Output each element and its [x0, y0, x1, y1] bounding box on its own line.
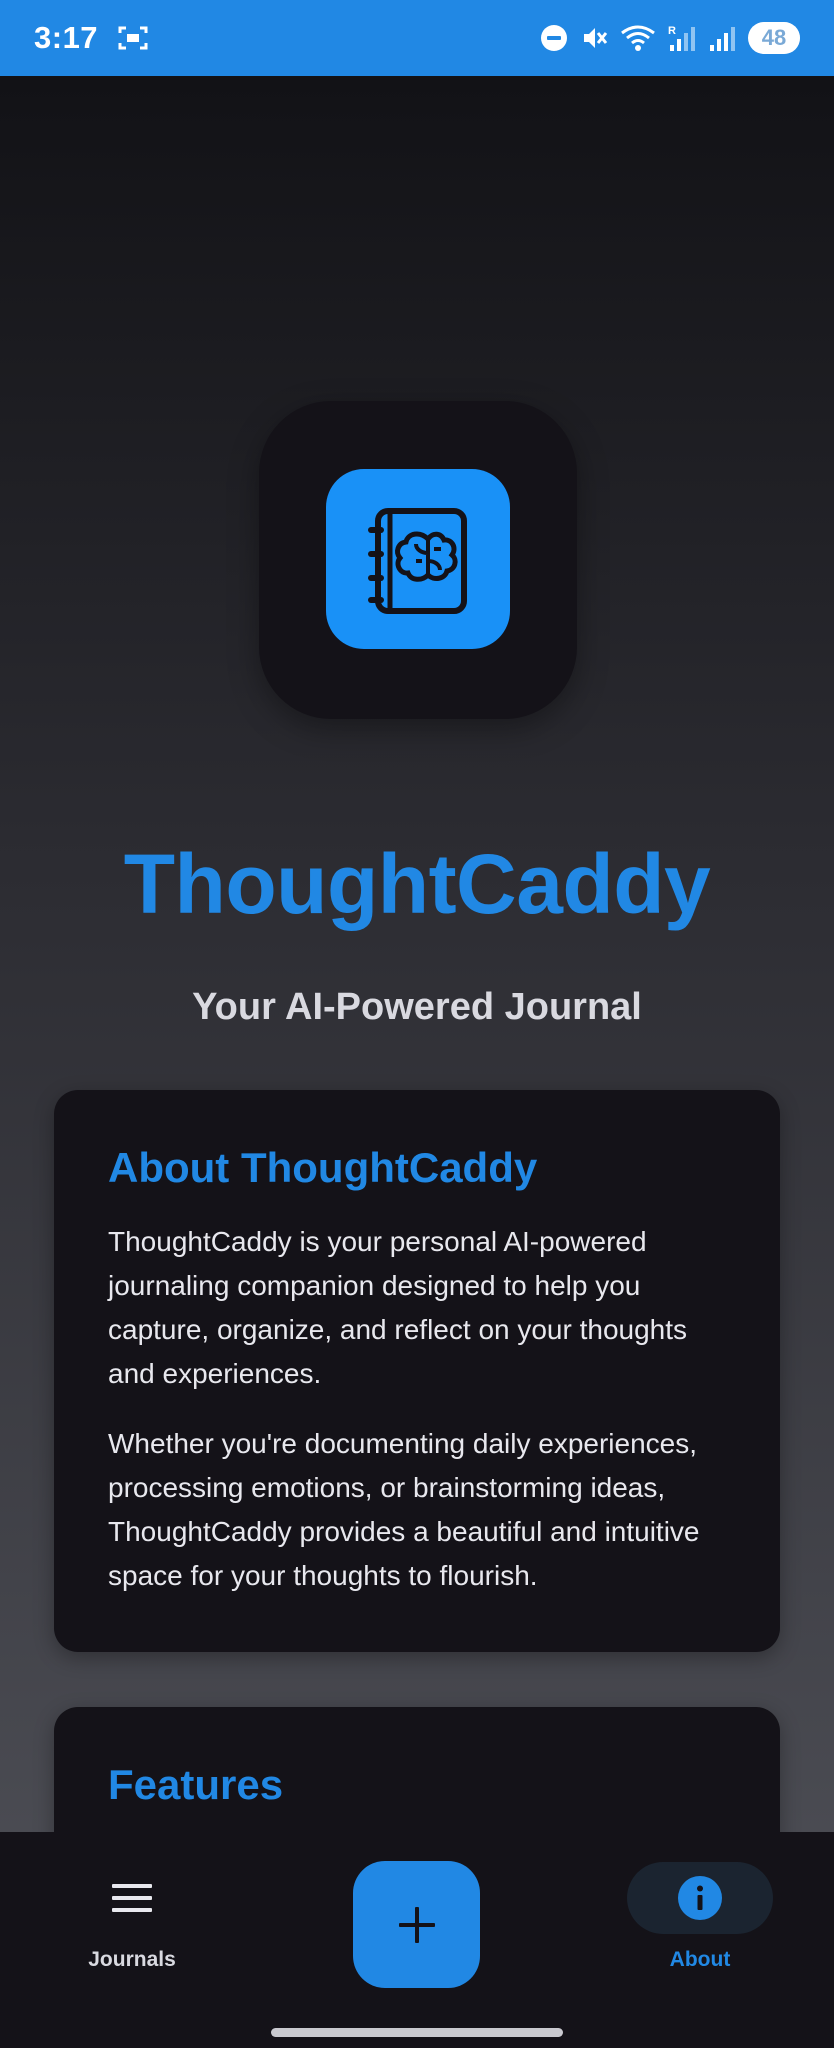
features-card-title: Features — [108, 1761, 284, 1808]
menu-icon — [112, 1884, 152, 1912]
about-card-title: About ThoughtCaddy — [108, 1144, 538, 1191]
battery-level: 48 — [761, 25, 787, 50]
add-journal-button[interactable] — [353, 1861, 480, 1988]
about-card: About ThoughtCaddy ThoughtCaddy is your … — [54, 1090, 780, 1652]
home-indicator[interactable] — [271, 2028, 563, 2037]
nav-journals-label: Journals — [88, 1948, 176, 1971]
signal-r-icon: R — [668, 25, 695, 51]
nav-about-label: About — [669, 1948, 731, 1971]
about-screen[interactable]: ThoughtCaddy Your AI-Powered Journal Abo… — [0, 76, 834, 1832]
screen-record-icon — [118, 26, 148, 50]
app-title: ThoughtCaddy — [123, 837, 711, 931]
wifi-icon — [621, 25, 655, 51]
status-bar: 3:17 R 48 — [0, 0, 834, 76]
logo-tile — [326, 469, 510, 649]
about-paragraph: Whether you're documenting daily experie… — [108, 1428, 700, 1591]
app-subtitle: Your AI-Powered Journal — [192, 986, 642, 1028]
status-time: 3:17 — [34, 20, 99, 55]
nav-journals-icon-wrap — [59, 1862, 205, 1934]
svg-text:R: R — [668, 25, 676, 37]
about-paragraph: ThoughtCaddy is your personal AI-powered… — [108, 1226, 688, 1389]
dnd-icon — [541, 25, 567, 51]
mute-icon — [584, 28, 608, 48]
features-card: Features — [54, 1707, 780, 1832]
info-icon — [678, 1876, 722, 1920]
battery-icon: 48 — [748, 22, 800, 54]
signal-icon — [710, 27, 735, 51]
nav-item-about[interactable]: About — [600, 1862, 800, 1972]
brain-notebook-icon — [368, 508, 467, 614]
app-logo — [259, 401, 577, 719]
bottom-navigation: Journals About — [0, 1832, 834, 2048]
status-icons: R 48 — [540, 22, 800, 54]
nav-about-icon-wrap — [627, 1862, 773, 1934]
plus-icon — [398, 1906, 435, 1943]
nav-item-journals[interactable]: Journals — [32, 1862, 232, 1972]
